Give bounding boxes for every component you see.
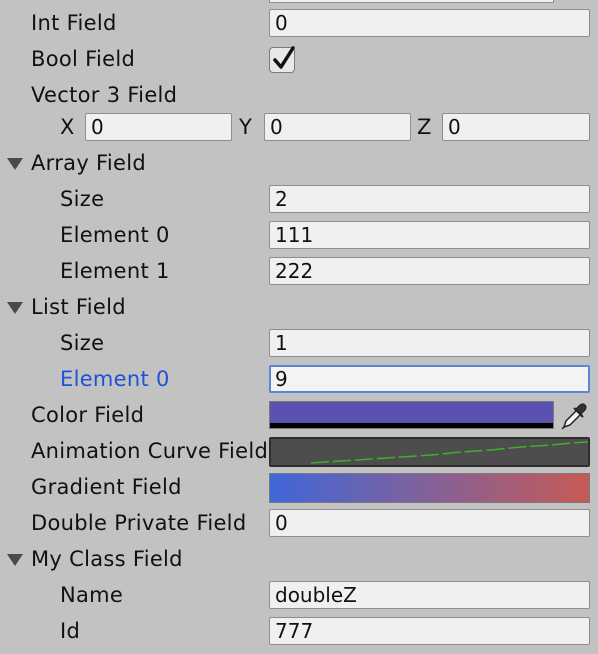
my-class-field-label: My Class Field — [31, 547, 183, 571]
bool-field-row: Bool Field — [0, 41, 598, 77]
checkmark-icon — [273, 46, 295, 69]
my-class-id-row: Id 777 — [0, 613, 598, 649]
list-size-row: Size 1 — [0, 325, 598, 361]
previous-field-stub — [269, 0, 554, 3]
array-field-row[interactable]: Array Field — [0, 145, 598, 181]
int-field-row: Int Field 0 — [0, 5, 598, 41]
color-swatch[interactable] — [269, 401, 554, 429]
my-class-id-label: Id — [60, 619, 81, 643]
double-private-field-row: Double Private Field 0 — [0, 505, 598, 541]
array-element-input[interactable]: 111 — [269, 221, 590, 249]
color-field-row: Color Field — [0, 397, 598, 433]
vector3-x-input[interactable]: 0 — [85, 113, 232, 141]
vector3-x-label: X — [60, 115, 75, 139]
array-element-label: Element 0 — [60, 223, 170, 247]
array-size-label: Size — [60, 187, 105, 211]
list-field-row[interactable]: List Field — [0, 289, 598, 325]
list-size-label: Size — [60, 331, 105, 355]
my-class-name-row: Name doubleZ — [0, 577, 598, 613]
color-field-label: Color Field — [31, 403, 145, 427]
bool-field-label: Bool Field — [31, 47, 136, 71]
vector3-components-row: X 0 Y 0 Z 0 — [0, 109, 598, 145]
eyedropper-icon[interactable] — [559, 402, 589, 430]
gradient-field-row: Gradient Field — [0, 469, 598, 505]
double-private-field-input[interactable]: 0 — [269, 509, 590, 537]
array-element-label: Element 1 — [60, 259, 170, 283]
gradient-swatch[interactable] — [269, 473, 590, 503]
array-element-row: Element 1 222 — [0, 253, 598, 289]
array-field-label: Array Field — [31, 151, 147, 175]
foldout-arrow-icon[interactable] — [7, 302, 23, 314]
my-class-name-input[interactable]: doubleZ — [269, 581, 590, 609]
list-element-label: Element 0 — [60, 367, 170, 391]
curve-line-icon — [310, 441, 588, 464]
gradient-field-label: Gradient Field — [31, 475, 182, 499]
list-field-label: List Field — [31, 295, 126, 319]
vector3-z-input[interactable]: 0 — [442, 113, 590, 141]
array-size-input[interactable]: 2 — [269, 185, 590, 213]
int-field-label: Int Field — [31, 11, 117, 35]
bool-field-checkbox[interactable] — [269, 46, 295, 73]
vector3-field-label: Vector 3 Field — [31, 83, 178, 107]
array-element-row: Element 0 111 — [0, 217, 598, 253]
list-element-input[interactable]: 9 — [269, 365, 590, 393]
alpha-bar — [270, 423, 553, 428]
foldout-arrow-icon[interactable] — [7, 158, 23, 170]
list-size-input[interactable]: 1 — [269, 329, 590, 357]
double-private-field-label: Double Private Field — [31, 511, 247, 535]
foldout-arrow-icon[interactable] — [7, 554, 23, 566]
int-field-input[interactable]: 0 — [269, 9, 590, 37]
my-class-field-row[interactable]: My Class Field — [0, 541, 598, 577]
array-element-input[interactable]: 222 — [269, 257, 590, 285]
animation-curve-field-row: Animation Curve Field — [0, 433, 598, 469]
array-size-row: Size 2 — [0, 181, 598, 217]
my-class-name-label: Name — [60, 583, 124, 607]
vector3-z-label: Z — [417, 115, 432, 139]
list-element-row: Element 0 9 — [0, 361, 598, 397]
vector3-y-label: Y — [239, 115, 252, 139]
vector3-field-row: Vector 3 Field — [0, 77, 598, 113]
my-class-id-input[interactable]: 777 — [269, 617, 590, 645]
curve-preview[interactable] — [269, 437, 590, 467]
animation-curve-field-label: Animation Curve Field — [31, 439, 269, 463]
vector3-y-input[interactable]: 0 — [264, 113, 411, 141]
